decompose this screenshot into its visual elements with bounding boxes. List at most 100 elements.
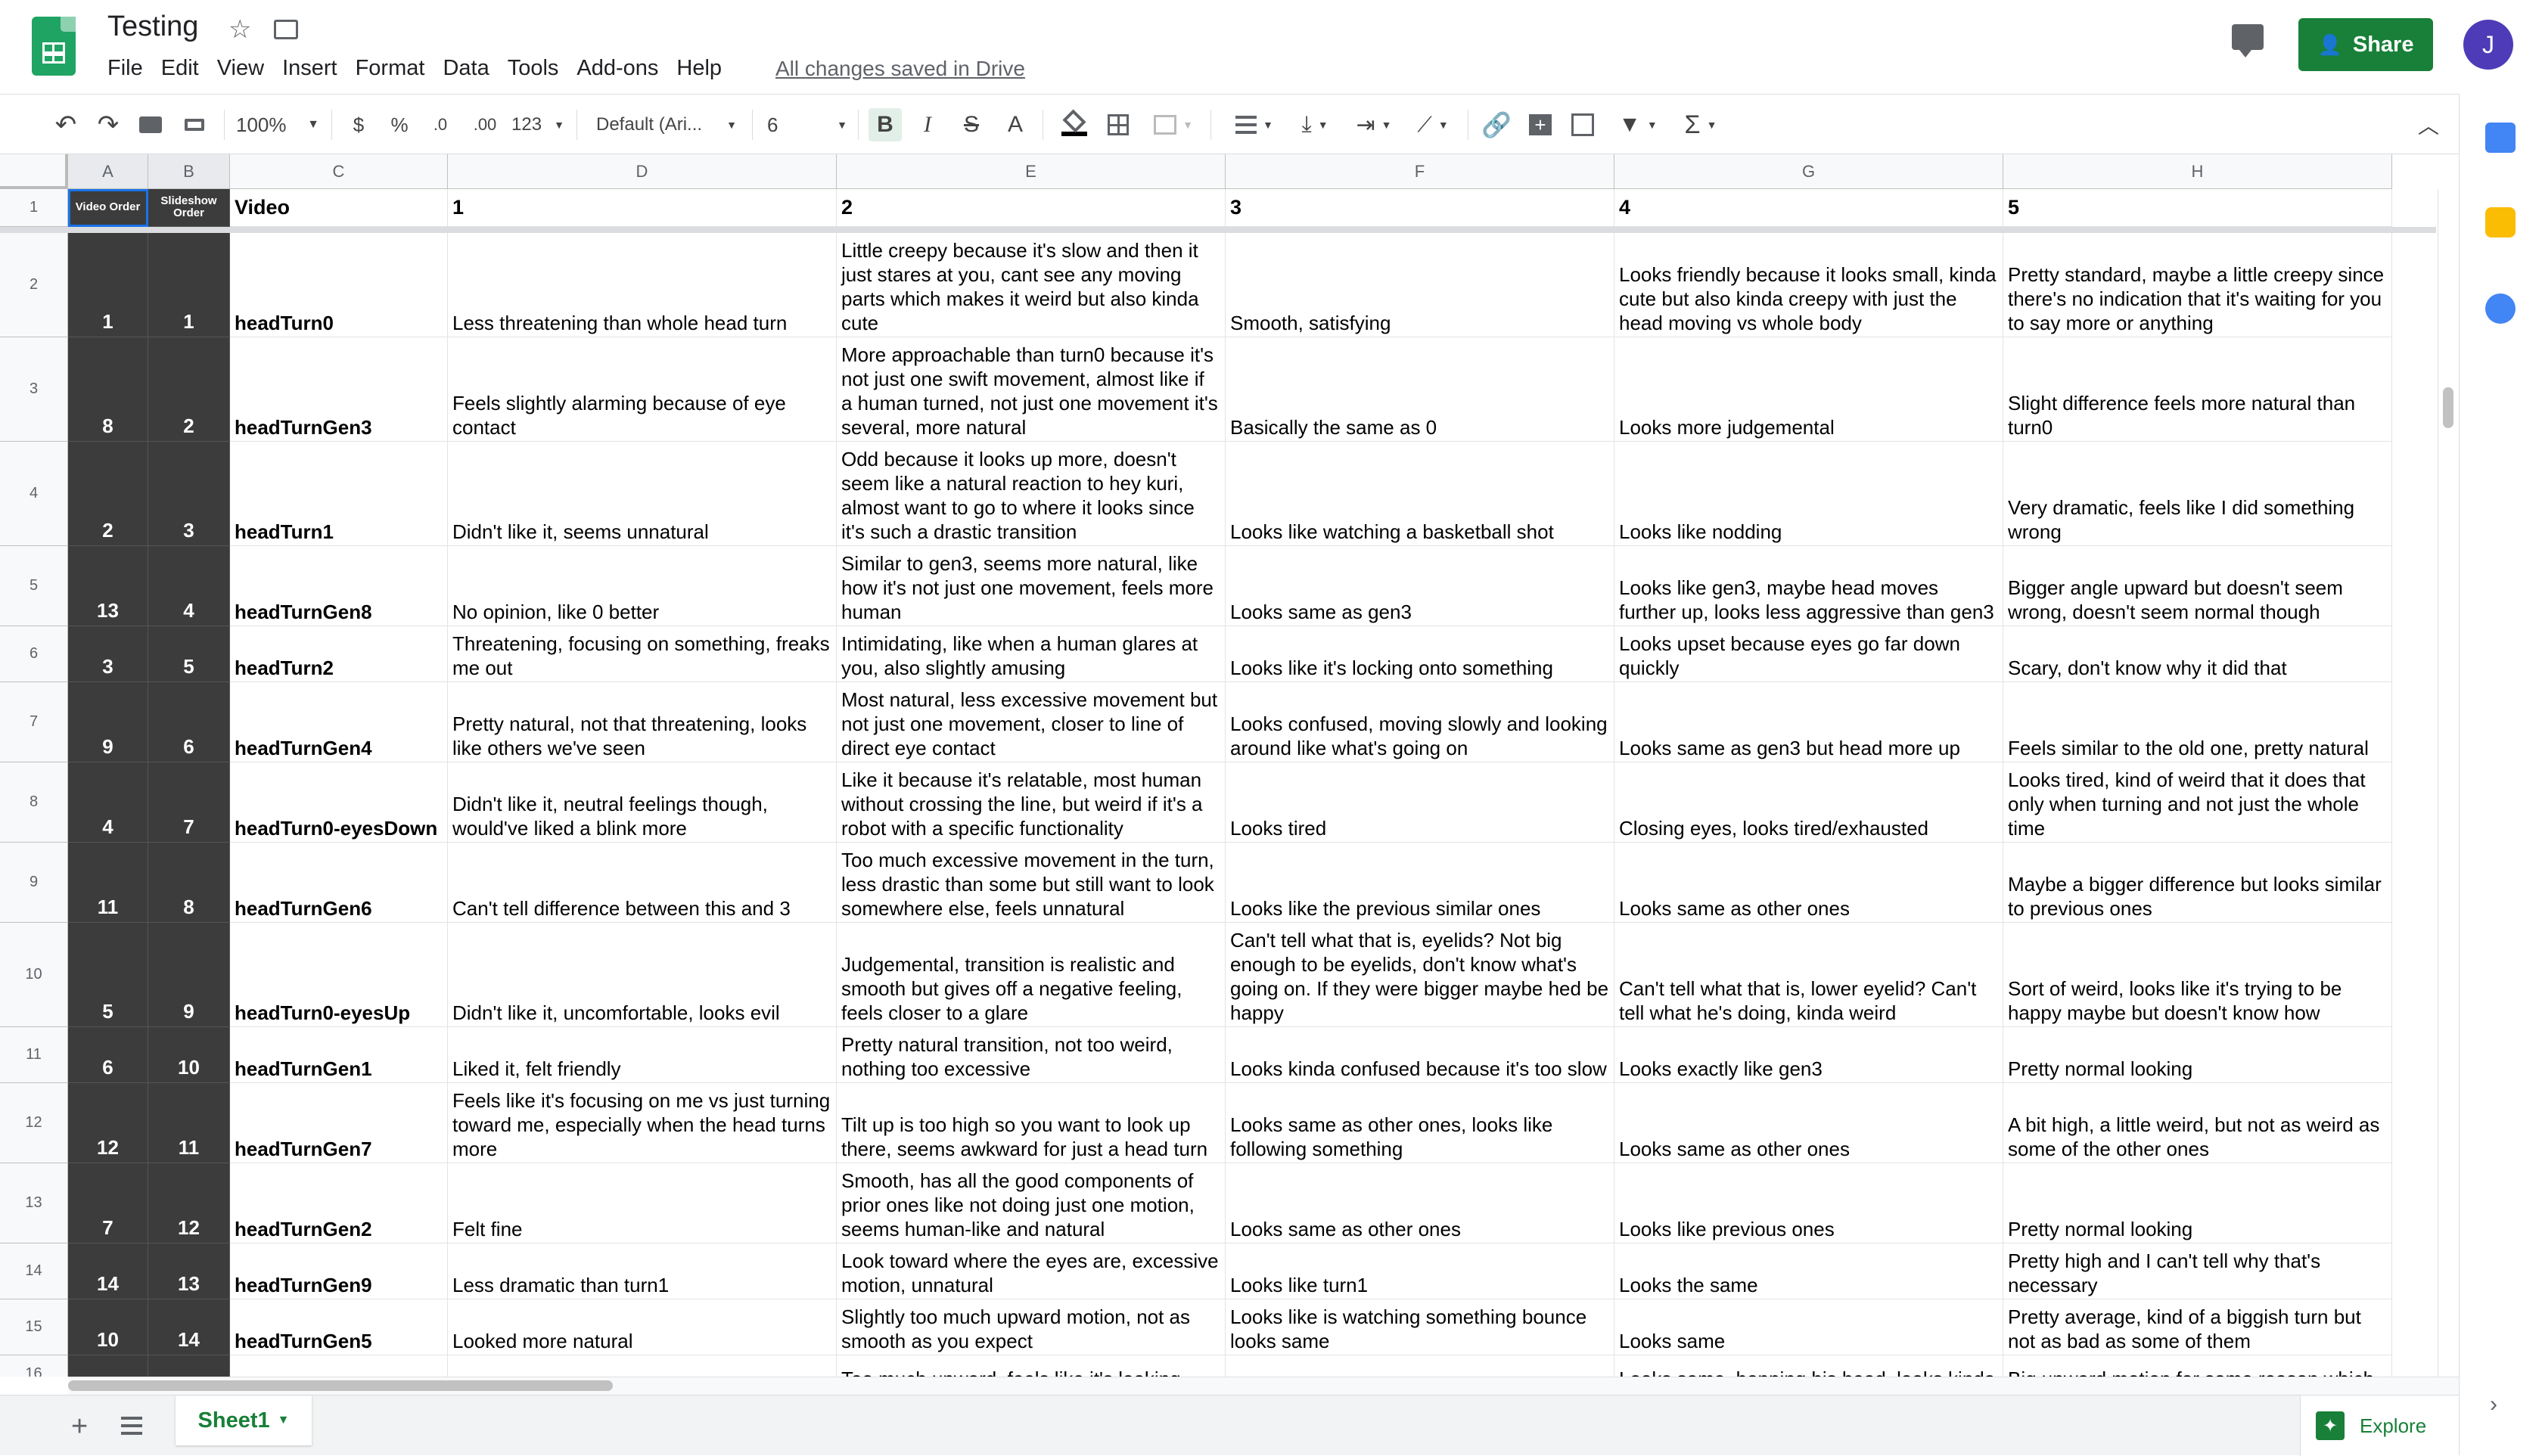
cell-f[interactable]: Basically the same as 0 — [1226, 337, 1614, 442]
cell-d[interactable]: Didn't like it, seems unnatural — [448, 442, 837, 546]
cell-f[interactable]: Looks tired — [1226, 762, 1614, 843]
cell-f[interactable]: Smooth, satisfying — [1226, 233, 1614, 337]
cell-b[interactable]: 5 — [148, 626, 230, 682]
insert-comment-icon[interactable]: + — [1524, 108, 1557, 141]
cell-a[interactable]: 2 — [68, 442, 148, 546]
menu-item-view[interactable]: View — [217, 56, 264, 86]
cell-h[interactable]: Bigger angle upward but doesn't seem wro… — [2003, 546, 2392, 626]
row-header[interactable]: 1 — [0, 189, 68, 227]
cell-d[interactable]: Looked more natural — [448, 1299, 837, 1355]
cell-d[interactable]: Felt fine — [448, 1163, 837, 1243]
zoom-select[interactable]: 100% ▼ — [236, 108, 319, 141]
cell-f[interactable]: Looks same as other ones, looks like fol… — [1226, 1083, 1614, 1163]
cell-d[interactable]: No opinion, like 0 better — [448, 546, 837, 626]
cell-h[interactable]: Scary, don't know why it did that — [2003, 626, 2392, 682]
borders-icon[interactable] — [1102, 108, 1135, 141]
cell-g[interactable]: Looks same as gen3 but head more up — [1614, 682, 2003, 762]
column-header-c[interactable]: C — [230, 154, 448, 189]
header-cell-f[interactable]: 3 — [1226, 189, 1614, 227]
cell-h[interactable]: Pretty normal looking — [2003, 1027, 2392, 1083]
column-header-d[interactable]: D — [448, 154, 837, 189]
header-cell-g[interactable]: 4 — [1614, 189, 2003, 227]
cell-g[interactable]: Looks like previous ones — [1614, 1163, 2003, 1243]
cell-f[interactable]: Looks like it's locking onto something — [1226, 626, 1614, 682]
horizontal-scroll-thumb[interactable] — [68, 1380, 613, 1391]
column-header-h[interactable]: H — [2003, 154, 2392, 189]
header-cell-d[interactable]: 1 — [448, 189, 837, 227]
cell-a[interactable]: 11 — [68, 843, 148, 923]
decrease-decimal-button[interactable]: .0 — [425, 108, 455, 141]
cell-h[interactable]: Pretty high and I can't tell why that's … — [2003, 1243, 2392, 1299]
cell-e[interactable]: Odd because it looks up more, doesn't se… — [837, 442, 1226, 546]
header-cell-e[interactable]: 2 — [837, 189, 1226, 227]
cell-d[interactable]: Didn't like it, uncomfortable, looks evi… — [448, 923, 837, 1027]
cell-d[interactable]: Less dramatic than turn1 — [448, 1243, 837, 1299]
row-header[interactable]: 10 — [0, 923, 68, 1027]
text-rotation-icon[interactable]: ⟋ ▼ — [1409, 108, 1457, 141]
cell-e[interactable]: More approachable than turn0 because it'… — [837, 337, 1226, 442]
cell-h[interactable]: Maybe a bigger difference but looks simi… — [2003, 843, 2392, 923]
merge-cells-icon[interactable]: ▼ — [1147, 108, 1200, 141]
menu-item-data[interactable]: Data — [443, 56, 489, 86]
undo-icon[interactable]: ↶ — [48, 108, 83, 141]
cell-b[interactable]: 3 — [148, 442, 230, 546]
cell-a[interactable]: 4 — [68, 762, 148, 843]
cell-d[interactable]: Pretty natural, not that threatening, lo… — [448, 682, 837, 762]
italic-button[interactable]: I — [912, 108, 943, 141]
cell-c[interactable]: headTurnGen8 — [230, 546, 448, 626]
cell-h[interactable]: Pretty average, kind of a biggish turn b… — [2003, 1299, 2392, 1355]
row-header[interactable]: 15 — [0, 1299, 68, 1355]
cell-g[interactable]: Looks like nodding — [1614, 442, 2003, 546]
cell-b[interactable]: 6 — [148, 682, 230, 762]
cell-b[interactable]: 10 — [148, 1027, 230, 1083]
increase-decimal-button[interactable]: .00 — [466, 108, 504, 141]
row-header[interactable]: 4 — [0, 442, 68, 546]
cell-d[interactable]: Feels slightly alarming because of eye c… — [448, 337, 837, 442]
cell-f[interactable]: Looks kinda confused because it's too sl… — [1226, 1027, 1614, 1083]
cell-h[interactable]: Sort of weird, looks like it's trying to… — [2003, 923, 2392, 1027]
cell-b[interactable]: 1 — [148, 233, 230, 337]
cell-g[interactable]: Looks friendly because it looks small, k… — [1614, 233, 2003, 337]
cell-b[interactable]: 9 — [148, 923, 230, 1027]
cell-a[interactable]: 5 — [68, 923, 148, 1027]
column-header-f[interactable]: F — [1226, 154, 1614, 189]
cell-h[interactable]: Feels similar to the old one, pretty nat… — [2003, 682, 2392, 762]
cell-h[interactable]: A bit high, a little weird, but not as w… — [2003, 1083, 2392, 1163]
row-header[interactable]: 13 — [0, 1163, 68, 1243]
cell-a[interactable] — [68, 1355, 148, 1377]
font-family-select[interactable]: Default (Ari... ▼ — [596, 108, 737, 141]
cell-c[interactable]: headTurn1 — [230, 442, 448, 546]
header-cell-a[interactable]: Video Order — [68, 189, 148, 227]
cell-e[interactable]: Like it because it's relatable, most hum… — [837, 762, 1226, 843]
horizontal-align-icon[interactable]: ▼ — [1230, 108, 1279, 141]
cell-a[interactable]: 1 — [68, 233, 148, 337]
cell-d[interactable]: Feels like it's focusing on me vs just t… — [448, 1083, 837, 1163]
row-header[interactable]: 11 — [0, 1027, 68, 1083]
horizontal-scrollbar[interactable] — [68, 1377, 2459, 1395]
cell-e[interactable]: Tilt up is too high so you want to look … — [837, 1083, 1226, 1163]
text-color-button[interactable]: A — [1000, 108, 1030, 141]
cell-a[interactable]: 3 — [68, 626, 148, 682]
filter-icon[interactable]: ▼ ▼ — [1611, 108, 1664, 141]
cell-f[interactable]: Looks like the previous similar ones — [1226, 843, 1614, 923]
cell-d[interactable]: Didn't like it, neutral feelings though,… — [448, 762, 837, 843]
cell-g[interactable]: Looks same as other ones — [1614, 843, 2003, 923]
cell-a[interactable]: 10 — [68, 1299, 148, 1355]
cell-b[interactable]: 12 — [148, 1163, 230, 1243]
cell-g[interactable]: Looks upset because eyes go far down qui… — [1614, 626, 2003, 682]
row-header[interactable]: 2 — [0, 233, 68, 337]
menu-item-file[interactable]: File — [107, 56, 143, 86]
cell-h[interactable]: Pretty standard, maybe a little creepy s… — [2003, 233, 2392, 337]
cell-a[interactable]: 13 — [68, 546, 148, 626]
cell-g[interactable]: Looks more judgemental — [1614, 337, 2003, 442]
cell-g[interactable]: Looks same as other ones — [1614, 1083, 2003, 1163]
cell-d[interactable] — [448, 1355, 837, 1377]
cell-f[interactable]: Can't tell what that is, eyelids? Not bi… — [1226, 923, 1614, 1027]
cell-d[interactable]: Can't tell difference between this and 3 — [448, 843, 837, 923]
vertical-scroll-thumb[interactable] — [2443, 387, 2453, 428]
print-icon[interactable] — [133, 108, 168, 141]
sheet-tab-sheet1[interactable]: Sheet1 ▼ — [176, 1395, 312, 1445]
cell-f[interactable]: Looks like is watching something bounce … — [1226, 1299, 1614, 1355]
star-icon[interactable]: ☆ — [228, 17, 251, 42]
cell-a[interactable]: 14 — [68, 1243, 148, 1299]
